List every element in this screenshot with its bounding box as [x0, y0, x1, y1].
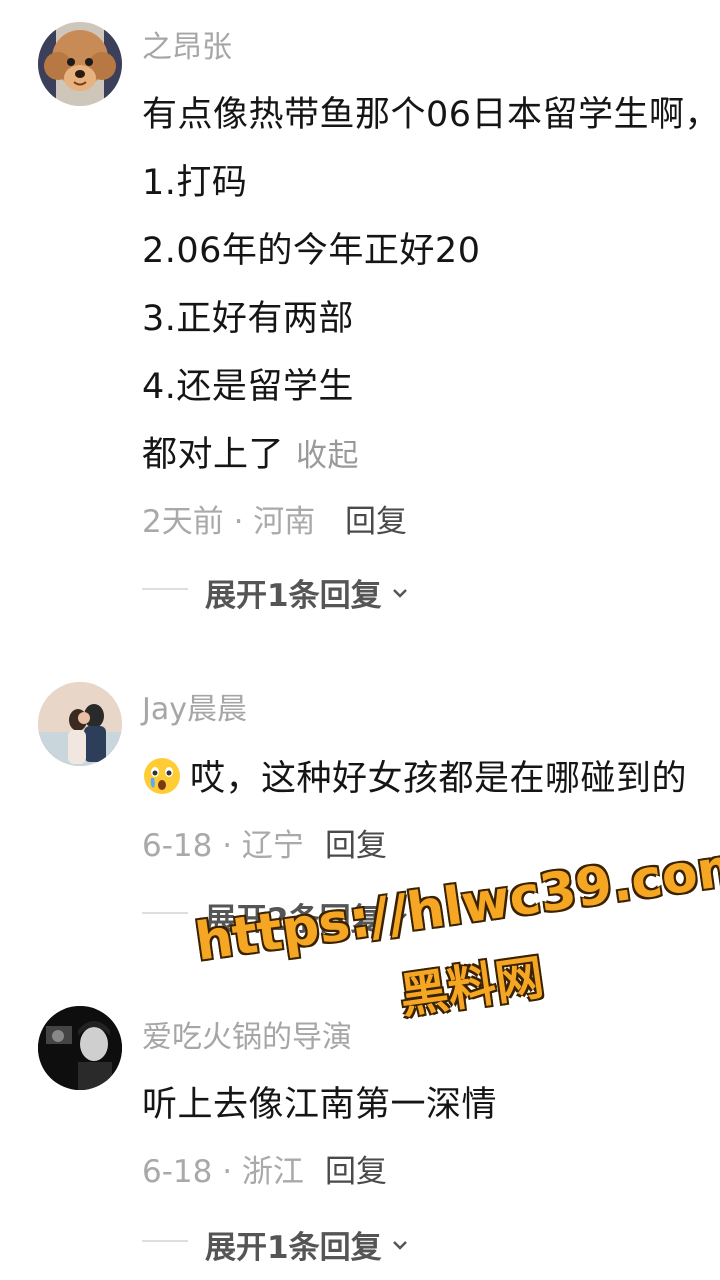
- collapse-button[interactable]: 收起: [296, 438, 359, 474]
- reply-button[interactable]: 回复: [325, 1146, 387, 1191]
- comment-text-line: 哎，这种好女孩都是在哪碰到的: [142, 750, 687, 801]
- crying-face-emoji-icon: [144, 758, 180, 794]
- comment-username[interactable]: Jay晨晨: [142, 684, 247, 728]
- reply-button[interactable]: 回复: [345, 496, 407, 541]
- couple-photo-avatar-icon: [38, 682, 122, 766]
- expand-replies-button[interactable]: 展开1条回复: [205, 1222, 410, 1267]
- chevron-down-icon: [392, 588, 407, 598]
- comment-text-last: 都对上了: [142, 435, 285, 475]
- comment-username[interactable]: 之昂张: [142, 22, 232, 66]
- comment-text-line: 2.06年的今年正好20: [142, 231, 481, 271]
- comment-text-line: 3.正好有两部: [142, 299, 354, 339]
- reply-button[interactable]: 回复: [325, 820, 387, 865]
- watermark: https://hlwc39.com 黑料网: [192, 835, 720, 1062]
- comment-meta: 6-18 · 辽宁: [142, 828, 304, 864]
- dark-portrait-avatar-icon: [38, 1006, 122, 1090]
- comment-text-line: 有点像热带鱼那个06日本留学生啊，: [142, 95, 720, 135]
- expand-replies-label: 展开1条回复: [205, 578, 382, 614]
- user-avatar[interactable]: [38, 1006, 122, 1090]
- expand-replies-label: 展开1条回复: [205, 1230, 382, 1266]
- comment-text: 哎，这种好女孩都是在哪碰到的: [190, 759, 688, 799]
- watermark-label: 黑料网: [396, 949, 548, 1025]
- comment-text-line: 都对上了 收起: [142, 426, 359, 477]
- divider: [142, 1240, 188, 1242]
- comment-meta: 6-18 · 浙江: [142, 1154, 304, 1190]
- comment-text-line: 4.还是留学生: [142, 367, 354, 407]
- comment-text-line: 1.打码: [142, 163, 248, 203]
- comment-meta: 2天前 · 河南: [142, 504, 316, 540]
- expand-replies-button[interactable]: 展开1条回复: [205, 570, 410, 615]
- comment-text-line: 听上去像江南第一深情: [142, 1085, 498, 1125]
- chevron-down-icon: [392, 1240, 407, 1250]
- user-avatar[interactable]: [38, 682, 122, 766]
- divider: [142, 912, 188, 914]
- divider: [142, 588, 188, 590]
- user-avatar[interactable]: [38, 22, 122, 106]
- poodle-dog-avatar-icon: [38, 22, 122, 106]
